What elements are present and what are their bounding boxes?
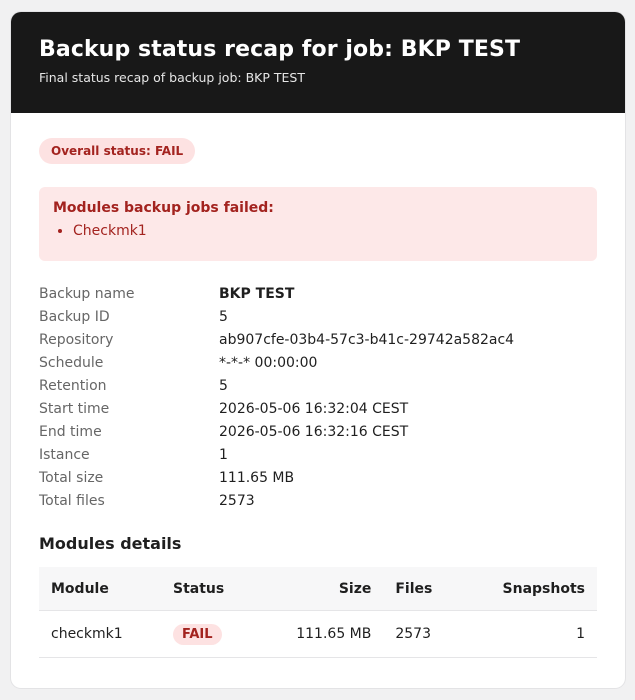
detail-value: *-*-* 00:00:00	[219, 355, 318, 371]
detail-key: Start time	[39, 401, 110, 417]
detail-row-schedule: Schedule *-*-* 00:00:00	[39, 352, 597, 375]
backup-recap-card: Backup status recap for job: BKP TEST Fi…	[11, 12, 625, 688]
detail-key: Retention	[39, 378, 107, 394]
detail-key: Istance	[39, 447, 90, 463]
cell-module: checkmk1	[39, 610, 161, 658]
failed-module-item: Checkmk1	[73, 223, 583, 239]
cell-size: 111.65 MB	[256, 610, 384, 658]
column-header-module: Module	[39, 567, 161, 611]
header: Backup status recap for job: BKP TEST Fi…	[11, 12, 625, 113]
content: Overall status: FAIL Modules backup jobs…	[11, 113, 625, 658]
detail-key: Schedule	[39, 355, 104, 371]
failed-modules-list: Checkmk1	[53, 223, 583, 239]
detail-key: Repository	[39, 332, 114, 348]
detail-row-retention: Retention 5	[39, 375, 597, 398]
status-badge: FAIL	[172, 623, 222, 645]
detail-value: 111.65 MB	[219, 470, 295, 486]
detail-value: 2026-05-06 16:32:04 CEST	[219, 401, 409, 417]
detail-row-start-time: Start time 2026-05-06 16:32:04 CEST	[39, 398, 597, 421]
detail-row-backup-id: Backup ID 5	[39, 306, 597, 329]
backup-details: Backup name BKP TEST Backup ID 5 Reposit…	[39, 283, 597, 513]
page-title: Backup status recap for job: BKP TEST	[39, 37, 521, 62]
cell-snapshots: 1	[461, 610, 597, 658]
detail-key: End time	[39, 424, 102, 440]
detail-row-total-size: Total size 111.65 MB	[39, 467, 597, 490]
detail-row-end-time: End time 2026-05-06 16:32:16 CEST	[39, 421, 597, 444]
detail-key: Backup name	[39, 286, 135, 302]
modules-details-title: Modules details	[39, 534, 182, 553]
column-header-snapshots: Snapshots	[461, 567, 597, 611]
column-header-status: Status	[160, 567, 257, 611]
detail-value: 2573	[219, 493, 255, 509]
table-row: checkmk1 FAIL 111.65 MB 2573 1	[39, 610, 597, 658]
detail-row-total-files: Total files 2573	[39, 490, 597, 513]
page-subtitle: Final status recap of backup job: BKP TE…	[39, 70, 305, 85]
detail-row-instance: Istance 1	[39, 444, 597, 467]
alert-title: Modules backup jobs failed:	[53, 200, 274, 216]
detail-key: Total size	[39, 470, 104, 486]
detail-key: Total files	[39, 493, 105, 509]
detail-value: 5	[219, 309, 228, 325]
detail-value: BKP TEST	[219, 286, 295, 302]
modules-table: Module Status Size Files Snapshots check…	[39, 567, 597, 658]
cell-files: 2573	[383, 610, 462, 658]
detail-value: ab907cfe-03b4-57c3-b41c-29742a582ac4	[219, 332, 515, 348]
overall-status-badge: Overall status: FAIL	[39, 138, 196, 164]
detail-row-repository: Repository ab907cfe-03b4-57c3-b41c-29742…	[39, 329, 597, 352]
detail-row-backup-name: Backup name BKP TEST	[39, 283, 597, 306]
column-header-size: Size	[256, 567, 384, 611]
detail-value: 2026-05-06 16:32:16 CEST	[219, 424, 409, 440]
detail-key: Backup ID	[39, 309, 110, 325]
detail-value: 5	[219, 378, 228, 394]
column-header-files: Files	[383, 567, 462, 611]
table-header-row: Module Status Size Files Snapshots	[39, 567, 597, 611]
detail-value: 1	[219, 447, 228, 463]
cell-status: FAIL	[160, 610, 257, 658]
failed-modules-alert: Modules backup jobs failed: Checkmk1	[39, 187, 597, 261]
